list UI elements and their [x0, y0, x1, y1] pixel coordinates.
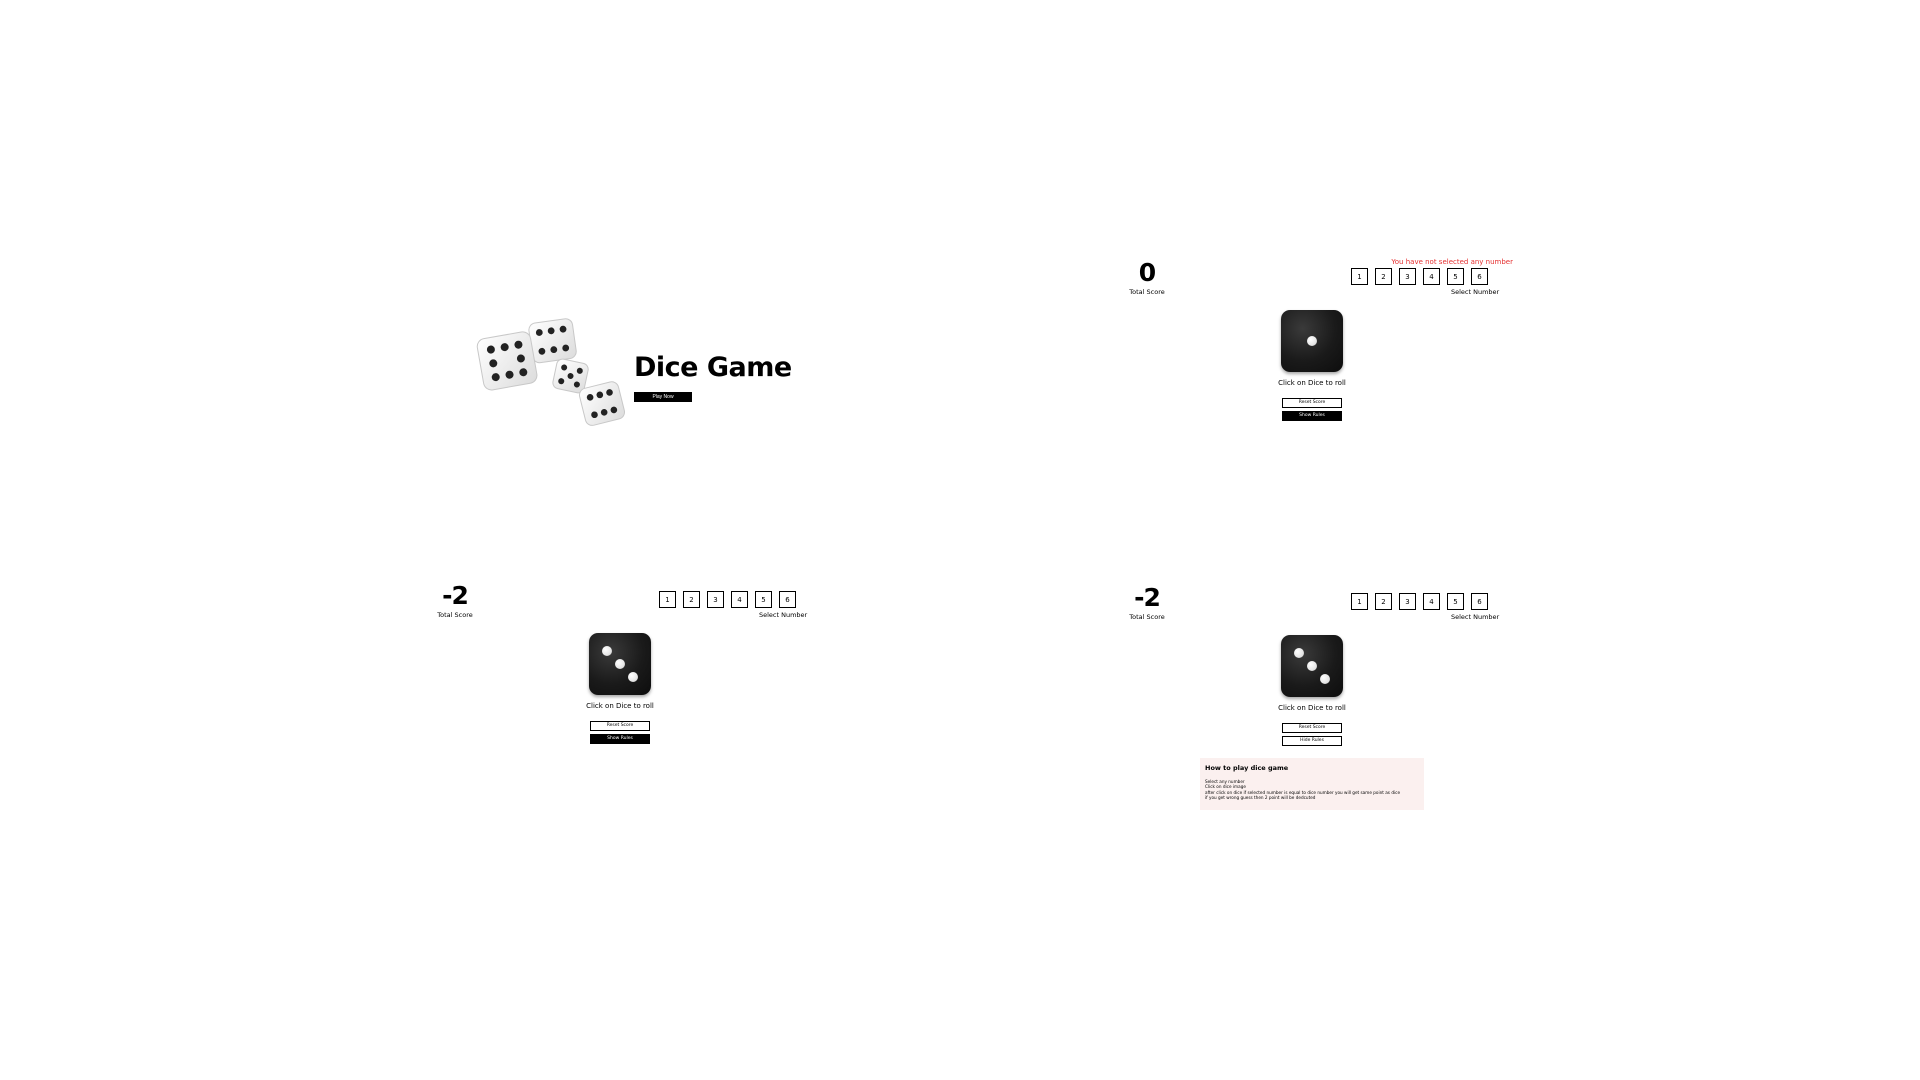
- total-score-value: -2: [442, 581, 469, 610]
- rules-panel: How to play dice game Select any number …: [1200, 758, 1424, 810]
- dice-roll-image[interactable]: [589, 633, 651, 695]
- number-option-2[interactable]: 2: [1375, 268, 1392, 285]
- die-pip: [615, 659, 625, 669]
- number-option-4[interactable]: 4: [1423, 268, 1440, 285]
- number-option-4[interactable]: 4: [731, 591, 748, 608]
- rules-title: How to play dice game: [1205, 764, 1289, 772]
- number-selector: 1 2 3 4 5 6: [1351, 593, 1488, 610]
- die-pip: [1294, 648, 1304, 658]
- die-pip: [628, 672, 638, 682]
- die-pip: [602, 646, 612, 656]
- select-number-label: Select Number: [1451, 288, 1500, 296]
- die-pip: [1320, 674, 1330, 684]
- number-option-2[interactable]: 2: [683, 591, 700, 608]
- number-option-1[interactable]: 1: [1351, 593, 1368, 610]
- select-number-label: Select Number: [1451, 613, 1500, 621]
- show-rules-button[interactable]: Show Rules: [590, 734, 650, 744]
- die-pip: [1307, 661, 1317, 671]
- number-option-1[interactable]: 1: [1351, 268, 1368, 285]
- game-panel: 0 Total Score You have not selected any …: [1120, 258, 1513, 458]
- dice-hero-image: [470, 318, 630, 438]
- number-option-5[interactable]: 5: [1447, 268, 1464, 285]
- dice-roll-image[interactable]: [1281, 310, 1343, 372]
- total-score-label: Total Score: [1129, 288, 1165, 296]
- number-option-6[interactable]: 6: [1471, 593, 1488, 610]
- number-option-4[interactable]: 4: [1423, 593, 1440, 610]
- total-score-label: Total Score: [1129, 613, 1165, 621]
- roll-hint: Click on Dice to roll: [586, 702, 654, 710]
- reset-score-button[interactable]: Reset Score: [1282, 723, 1342, 733]
- show-rules-button[interactable]: Show Rules: [1282, 411, 1342, 421]
- hide-rules-button[interactable]: Hide Rules: [1282, 736, 1342, 746]
- dice-roll-image[interactable]: [1281, 635, 1343, 697]
- roll-hint: Click on Dice to roll: [1278, 704, 1346, 712]
- total-score-label: Total Score: [437, 611, 473, 619]
- number-option-5[interactable]: 5: [1447, 593, 1464, 610]
- select-number-label: Select Number: [759, 611, 808, 619]
- game-panel: -2 Total Score 1 2 3 4 5 6 Select Number…: [428, 581, 818, 781]
- game-panel: -2 Total Score 1 2 3 4 5 6 Select Number…: [1120, 583, 1510, 813]
- number-option-3[interactable]: 3: [707, 591, 724, 608]
- number-option-3[interactable]: 3: [1399, 268, 1416, 285]
- reset-score-button[interactable]: Reset Score: [590, 721, 650, 731]
- number-selector: 1 2 3 4 5 6: [659, 591, 796, 608]
- number-option-6[interactable]: 6: [1471, 268, 1488, 285]
- die-pip: [1307, 336, 1317, 346]
- roll-hint: Click on Dice to roll: [1278, 379, 1346, 387]
- number-option-2[interactable]: 2: [1375, 593, 1392, 610]
- number-option-1[interactable]: 1: [659, 591, 676, 608]
- play-now-button[interactable]: Play Now: [634, 392, 692, 402]
- total-score-value: 0: [1138, 258, 1156, 287]
- number-option-6[interactable]: 6: [779, 591, 796, 608]
- error-message: You have not selected any number: [1391, 258, 1513, 266]
- total-score-value: -2: [1134, 583, 1161, 612]
- reset-score-button[interactable]: Reset Score: [1282, 398, 1342, 408]
- game-title: Dice Game: [634, 352, 792, 383]
- number-selector: 1 2 3 4 5 6: [1351, 268, 1488, 285]
- number-option-5[interactable]: 5: [755, 591, 772, 608]
- number-option-3[interactable]: 3: [1399, 593, 1416, 610]
- rules-line: if you get wrong guess then 2 point will…: [1205, 795, 1316, 801]
